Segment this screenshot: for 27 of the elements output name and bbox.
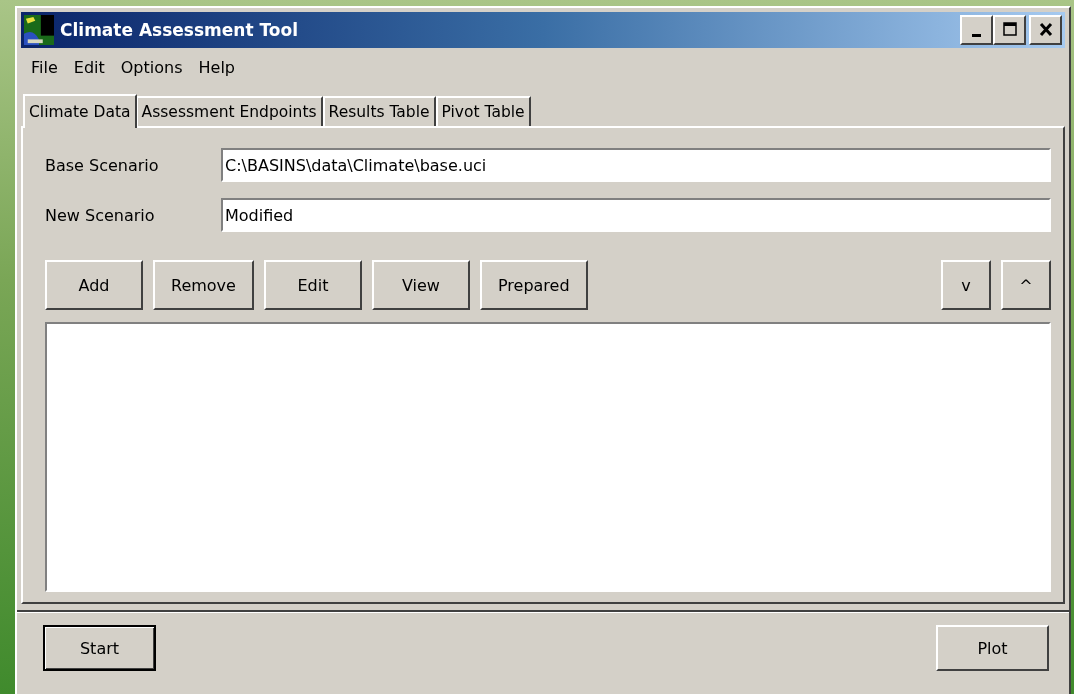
toolbar-button[interactable]: v bbox=[941, 260, 991, 310]
toolbar-button[interactable]: ^ bbox=[1001, 260, 1051, 310]
toolbar-button[interactable]: View bbox=[371, 260, 470, 310]
maximize-button[interactable] bbox=[993, 15, 1026, 45]
field-label: New Scenario bbox=[45, 205, 156, 225]
footer-button[interactable]: Start bbox=[43, 625, 156, 671]
toolbar-button[interactable]: Prepared bbox=[479, 260, 588, 310]
menu-item[interactable]: Help bbox=[190, 57, 243, 77]
footer-button[interactable]: Plot bbox=[936, 625, 1049, 671]
text-field[interactable]: C:\BASINS\data\Climate\base.uci bbox=[221, 148, 1051, 182]
text-field[interactable]: Modified bbox=[221, 198, 1051, 232]
toolbar-button[interactable]: Remove bbox=[153, 260, 254, 310]
tab[interactable]: Climate Data bbox=[23, 94, 137, 128]
tab[interactable]: Results Table bbox=[322, 96, 436, 126]
menu-item[interactable]: File bbox=[23, 57, 66, 77]
minimize-button[interactable] bbox=[960, 15, 993, 45]
field-label: Base Scenario bbox=[45, 155, 160, 175]
menu-item[interactable]: Options bbox=[112, 57, 191, 77]
minimize-icon bbox=[972, 33, 981, 37]
menu-item[interactable]: Edit bbox=[65, 57, 113, 77]
landscape-icon bbox=[24, 15, 54, 45]
tab[interactable]: Pivot Table bbox=[435, 96, 531, 126]
window-title: Climate Assessment Tool bbox=[60, 20, 299, 40]
tab[interactable]: Assessment Endpoints bbox=[135, 96, 323, 126]
toolbar-button[interactable]: Add bbox=[45, 260, 143, 310]
close-button[interactable] bbox=[1029, 15, 1062, 45]
toolbar-button[interactable]: Edit bbox=[263, 260, 362, 310]
